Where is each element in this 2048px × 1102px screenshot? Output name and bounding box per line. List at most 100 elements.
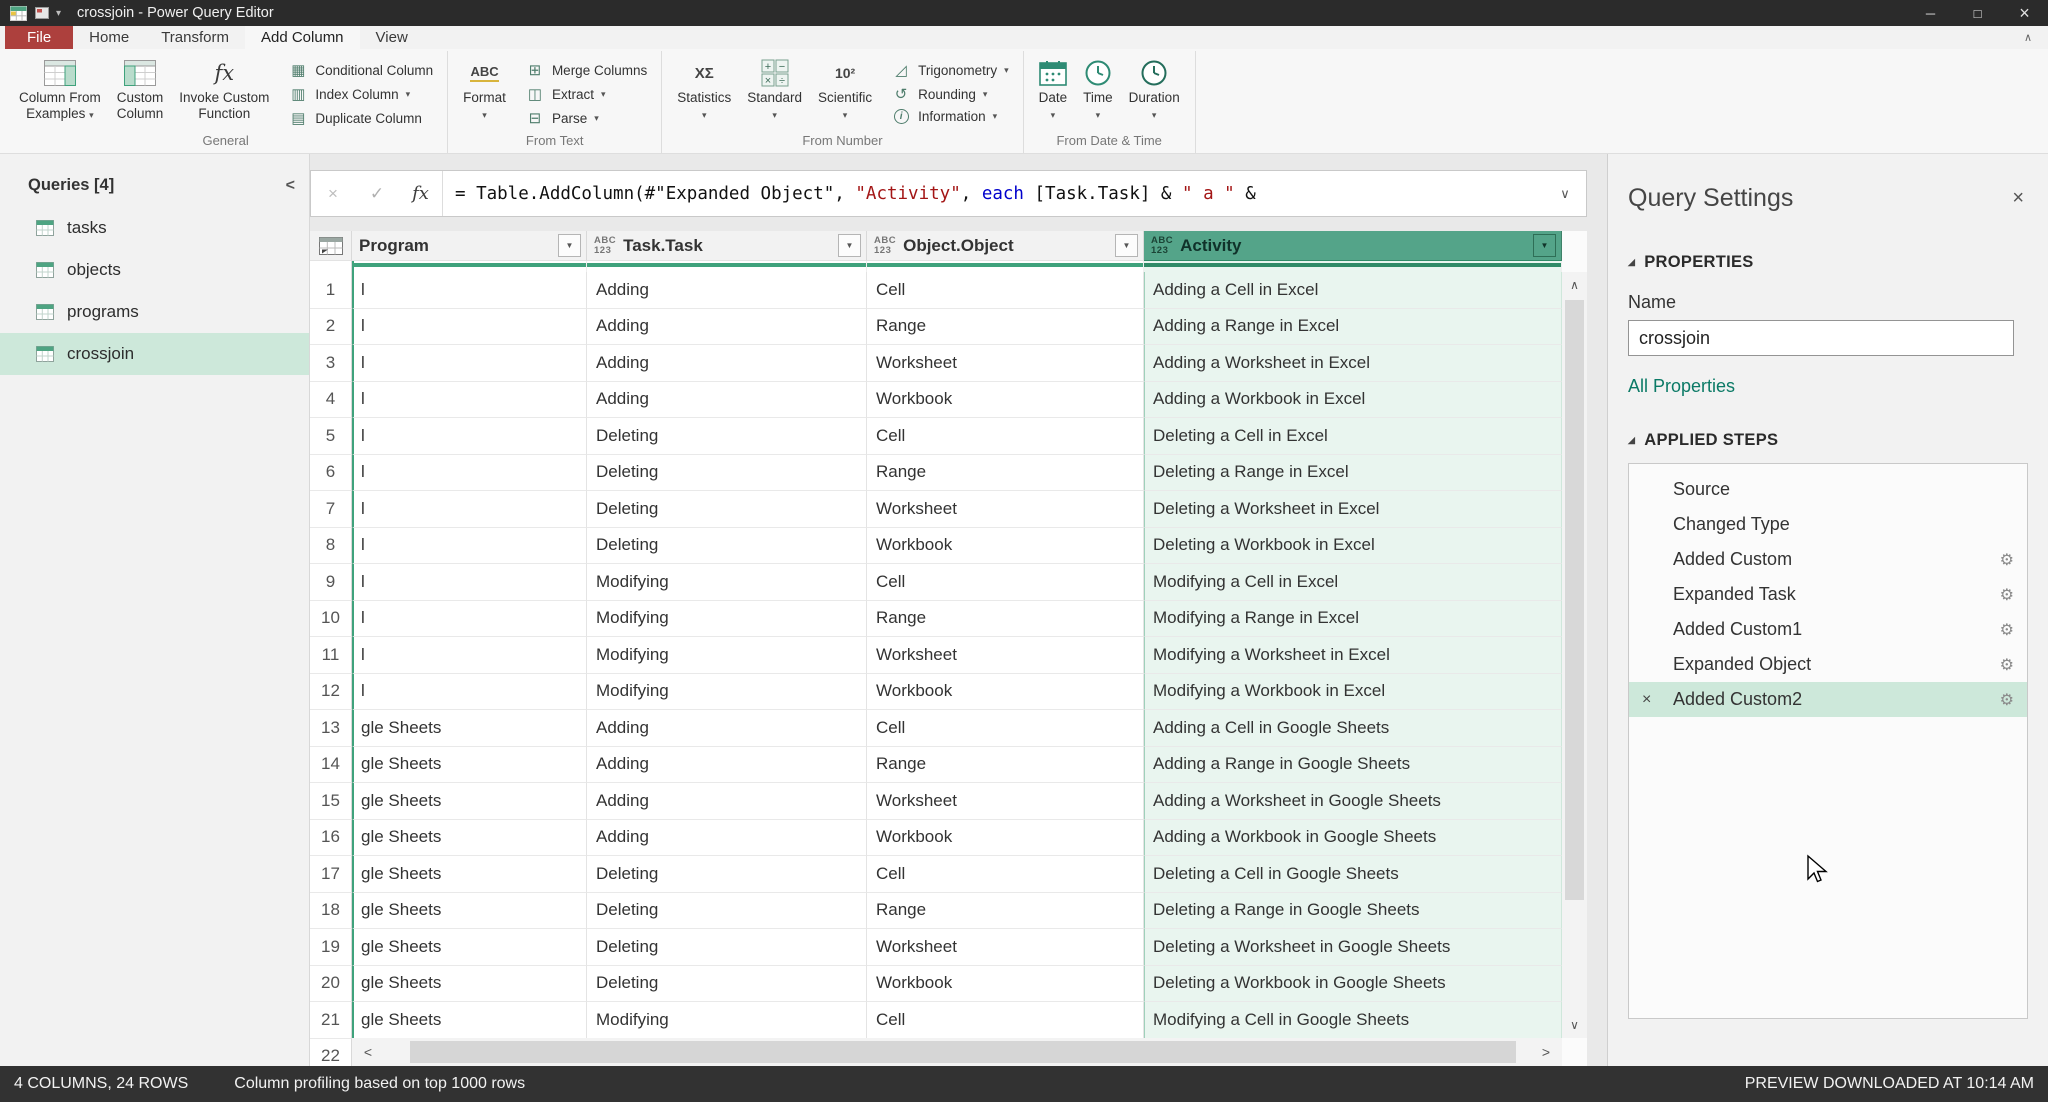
table-cell[interactable]: Deleting bbox=[587, 929, 867, 966]
row-number[interactable]: 16 bbox=[310, 820, 352, 857]
table-cell[interactable]: l bbox=[352, 309, 587, 346]
table-cell[interactable]: l bbox=[352, 345, 587, 382]
table-cell[interactable]: Workbook bbox=[867, 674, 1144, 711]
table-cell[interactable]: Worksheet bbox=[867, 783, 1144, 820]
titlebar-quick-access-icon[interactable] bbox=[35, 7, 49, 19]
formula-input[interactable]: = Table.AddColumn(#"Expanded Object", "A… bbox=[443, 171, 1586, 216]
applied-step-added-custom1[interactable]: Added Custom1⚙ bbox=[1629, 612, 2027, 647]
gear-icon[interactable]: ⚙ bbox=[2000, 550, 2014, 570]
table-cell[interactable]: Cell bbox=[867, 856, 1144, 893]
row-number[interactable]: 5 bbox=[310, 418, 352, 455]
vertical-scroll-track[interactable] bbox=[1562, 298, 1587, 1012]
column-header-object-object[interactable]: ABC123Object.Object▼ bbox=[867, 231, 1144, 261]
table-corner-button[interactable] bbox=[310, 231, 352, 261]
table-cell[interactable]: Cell bbox=[867, 710, 1144, 747]
table-cell[interactable]: Deleting a Range in Google Sheets bbox=[1144, 893, 1562, 930]
table-cell[interactable]: Deleting a Range in Excel bbox=[1144, 455, 1562, 492]
ribbon-button-index-column[interactable]: ▥Index Column▾ bbox=[281, 82, 440, 106]
scroll-left-icon[interactable]: < bbox=[352, 1038, 384, 1066]
horizontal-scroll-thumb[interactable] bbox=[410, 1041, 1516, 1063]
table-cell[interactable]: Modifying bbox=[587, 674, 867, 711]
status-profiling[interactable]: Column profiling based on top 1000 rows bbox=[234, 1075, 525, 1093]
table-cell[interactable]: Deleting a Cell in Google Sheets bbox=[1144, 856, 1562, 893]
table-cell[interactable]: Modifying a Range in Excel bbox=[1144, 601, 1562, 638]
filter-icon[interactable]: ▼ bbox=[1533, 234, 1556, 257]
table-cell[interactable]: l bbox=[352, 418, 587, 455]
table-cell[interactable]: Adding bbox=[587, 309, 867, 346]
query-item-tasks[interactable]: tasks bbox=[0, 207, 309, 249]
table-cell[interactable]: Adding bbox=[587, 272, 867, 309]
table-cell[interactable]: Modifying a Worksheet in Excel bbox=[1144, 637, 1562, 674]
ribbon-button-duplicate-column[interactable]: ▤Duplicate Column bbox=[281, 106, 440, 130]
row-number[interactable]: 11 bbox=[310, 637, 352, 674]
table-cell[interactable]: Modifying bbox=[587, 601, 867, 638]
row-number[interactable]: 1 bbox=[310, 272, 352, 309]
table-cell[interactable]: Adding bbox=[587, 783, 867, 820]
gear-icon[interactable]: ⚙ bbox=[2000, 690, 2014, 710]
table-cell[interactable]: gle Sheets bbox=[352, 1002, 587, 1039]
table-cell[interactable]: Workbook bbox=[867, 966, 1144, 1003]
table-cell[interactable]: l bbox=[352, 528, 587, 565]
formula-text[interactable]: = Table.AddColumn(#"Expanded Object", "A… bbox=[455, 184, 1544, 204]
collapse-queries-icon[interactable]: < bbox=[286, 177, 295, 195]
table-cell[interactable]: Cell bbox=[867, 1002, 1144, 1039]
tab-file[interactable]: File bbox=[5, 26, 73, 49]
row-number[interactable]: 17 bbox=[310, 856, 352, 893]
ribbon-button-column-from-examples[interactable]: Column FromExamples ▾ bbox=[12, 53, 108, 126]
formula-commit-button[interactable]: ✓ bbox=[355, 171, 399, 216]
table-cell[interactable]: Deleting bbox=[587, 418, 867, 455]
applied-step-changed-type[interactable]: Changed Type bbox=[1629, 507, 2027, 542]
chevron-down-icon[interactable]: ▾ bbox=[56, 8, 61, 19]
column-header-activity[interactable]: ABC123Activity▼ bbox=[1144, 231, 1562, 261]
row-number[interactable]: 9 bbox=[310, 564, 352, 601]
table-cell[interactable]: gle Sheets bbox=[352, 710, 587, 747]
table-cell[interactable]: Adding a Cell in Excel bbox=[1144, 272, 1562, 309]
applied-step-added-custom[interactable]: Added Custom⚙ bbox=[1629, 542, 2027, 577]
query-name-input[interactable] bbox=[1628, 320, 2014, 356]
table-cell[interactable]: Deleting a Workbook in Google Sheets bbox=[1144, 966, 1562, 1003]
tab-home[interactable]: Home bbox=[73, 26, 145, 49]
table-cell[interactable]: Workbook bbox=[867, 820, 1144, 857]
filter-icon[interactable]: ▼ bbox=[1115, 234, 1138, 257]
ribbon-button-scientific[interactable]: 10²Scientific▾ bbox=[811, 53, 879, 126]
table-cell[interactable]: Worksheet bbox=[867, 491, 1144, 528]
table-cell[interactable]: l bbox=[352, 601, 587, 638]
applied-step-expanded-task[interactable]: Expanded Task⚙ bbox=[1629, 577, 2027, 612]
all-properties-link[interactable]: All Properties bbox=[1628, 376, 1735, 397]
tab-add-column[interactable]: Add Column bbox=[245, 26, 360, 49]
table-cell[interactable]: Worksheet bbox=[867, 345, 1144, 382]
ribbon-button-trigonometry[interactable]: ◿Trigonometry▾ bbox=[884, 58, 1016, 82]
table-cell[interactable]: Deleting bbox=[587, 966, 867, 1003]
formula-cancel-button[interactable]: × bbox=[311, 171, 355, 216]
table-cell[interactable]: Adding bbox=[587, 710, 867, 747]
tab-transform[interactable]: Transform bbox=[145, 26, 245, 49]
properties-section-header[interactable]: ◢ PROPERTIES bbox=[1628, 253, 2028, 272]
table-cell[interactable]: l bbox=[352, 382, 587, 419]
row-number[interactable]: 19 bbox=[310, 929, 352, 966]
ribbon-button-conditional-column[interactable]: ▦Conditional Column bbox=[281, 58, 440, 82]
table-cell[interactable]: Modifying bbox=[587, 1002, 867, 1039]
table-cell[interactable]: Worksheet bbox=[867, 637, 1144, 674]
table-cell[interactable]: Worksheet bbox=[867, 929, 1144, 966]
table-cell[interactable]: l bbox=[352, 637, 587, 674]
table-cell[interactable]: gle Sheets bbox=[352, 893, 587, 930]
ribbon-button-standard[interactable]: +−×÷Standard▾ bbox=[740, 53, 809, 126]
row-number[interactable]: 13 bbox=[310, 710, 352, 747]
row-number[interactable]: 10 bbox=[310, 601, 352, 638]
ribbon-button-parse[interactable]: ⊟Parse▾ bbox=[518, 106, 654, 130]
applied-step-source[interactable]: Source bbox=[1629, 472, 2027, 507]
table-cell[interactable]: Adding a Workbook in Google Sheets bbox=[1144, 820, 1562, 857]
table-cell[interactable]: Modifying bbox=[587, 564, 867, 601]
ribbon-button-date[interactable]: Date▾ bbox=[1032, 53, 1075, 126]
row-number[interactable]: 22 bbox=[310, 1039, 352, 1067]
ribbon-button-rounding[interactable]: ↺Rounding▾ bbox=[884, 82, 1016, 106]
horizontal-scroll-track[interactable] bbox=[384, 1038, 1530, 1066]
vertical-scroll-thumb[interactable] bbox=[1565, 300, 1584, 900]
table-cell[interactable]: Range bbox=[867, 455, 1144, 492]
close-button[interactable]: × bbox=[2001, 0, 2048, 26]
maximize-button[interactable]: □ bbox=[1954, 0, 2001, 26]
table-cell[interactable]: Workbook bbox=[867, 382, 1144, 419]
row-number[interactable]: 8 bbox=[310, 528, 352, 565]
table-cell[interactable]: l bbox=[352, 491, 587, 528]
table-cell[interactable]: Deleting a Cell in Excel bbox=[1144, 418, 1562, 455]
